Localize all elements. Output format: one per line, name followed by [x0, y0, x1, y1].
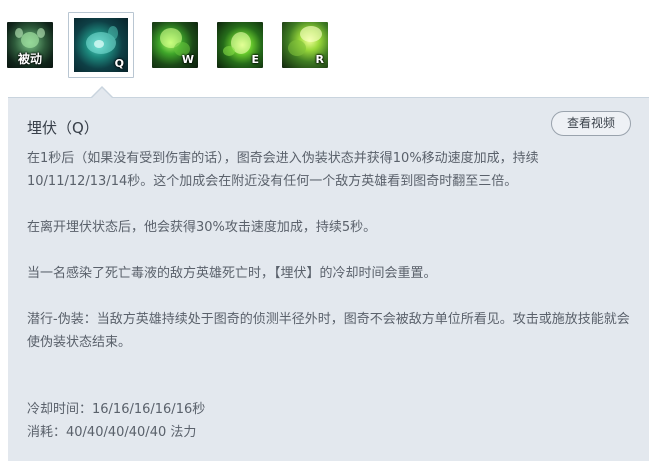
- description-paragraph: 潜行-伪装：当敌方英雄持续处于图奇的侦测半径外时，图奇不会被敌方单位所看见。攻击…: [27, 312, 630, 350]
- skill-detail-panel: 埋伏（Q） 查看视频 在1秒后（如果没有受到伤害的话），图奇会进入伪装状态并获得…: [8, 97, 649, 461]
- skill-key-label: W: [181, 53, 194, 66]
- skill-tab-w[interactable]: W: [152, 22, 198, 68]
- skill-key-label: Q: [114, 57, 124, 70]
- skill-key-label: R: [315, 53, 324, 66]
- skill-stats: 冷却时间：16/16/16/16/16秒 消耗：40/40/40/40/40 法…: [27, 398, 205, 444]
- cost-text: 消耗：40/40/40/40/40 法力: [27, 425, 197, 440]
- skill-description: 在1秒后（如果没有受到伤害的话），图奇会进入伪装状态并获得10%移动速度加成，持…: [27, 147, 633, 354]
- skill-title: 埋伏（Q）: [27, 119, 99, 137]
- skill-tab-q[interactable]: Q: [68, 12, 134, 78]
- description-paragraph: 当一名感染了死亡毒液的敌方英雄死亡时，【埋伏】的冷却时间会重置。: [27, 266, 437, 281]
- description-paragraph: 在1秒后（如果没有受到伤害的话），图奇会进入伪装状态并获得10%移动速度加成，持…: [27, 151, 539, 189]
- skill-key-label: E: [251, 53, 259, 66]
- skill-tab-r[interactable]: R: [282, 22, 328, 68]
- skill-key-label: 被动: [17, 52, 42, 66]
- skill-tab-e[interactable]: E: [217, 22, 263, 68]
- skill-tab-passive[interactable]: 被动: [7, 22, 53, 68]
- cooldown-text: 冷却时间：16/16/16/16/16秒: [27, 402, 206, 417]
- selection-pointer-fill: [91, 88, 113, 99]
- description-paragraph: 在离开埋伏状态后，他会获得30%攻击速度加成，持续5秒。: [27, 220, 377, 235]
- skill-selector: 被动 Q W E R: [0, 0, 657, 100]
- view-video-button[interactable]: 查看视频: [551, 111, 631, 136]
